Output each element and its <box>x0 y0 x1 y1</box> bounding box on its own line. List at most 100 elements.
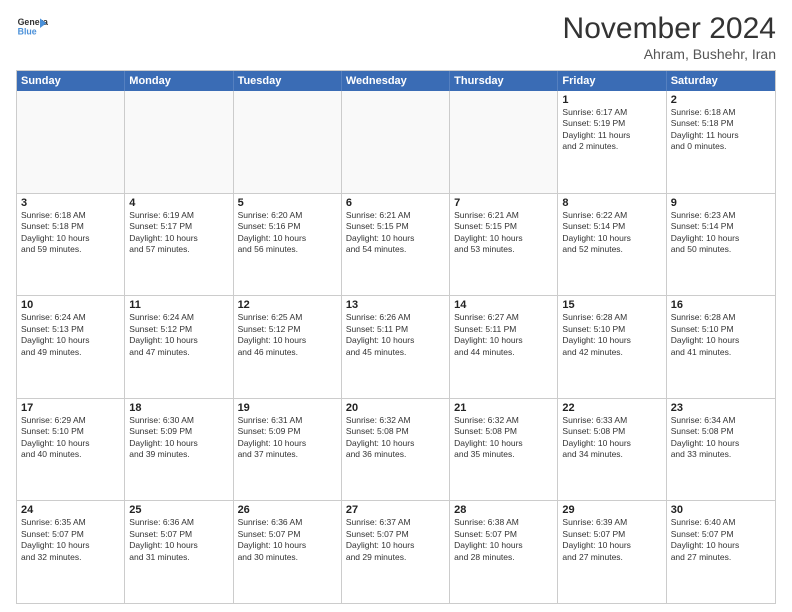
day-cell: 25Sunrise: 6:36 AM Sunset: 5:07 PM Dayli… <box>125 501 233 603</box>
header: General Blue November 2024 Ahram, Busheh… <box>16 12 776 62</box>
calendar-header: SundayMondayTuesdayWednesdayThursdayFrid… <box>17 71 775 91</box>
day-info: Sunrise: 6:33 AM Sunset: 5:08 PM Dayligh… <box>562 415 661 461</box>
day-info: Sunrise: 6:31 AM Sunset: 5:09 PM Dayligh… <box>238 415 337 461</box>
day-cell <box>234 91 342 193</box>
day-number: 23 <box>671 402 771 414</box>
day-cell: 7Sunrise: 6:21 AM Sunset: 5:15 PM Daylig… <box>450 194 558 296</box>
day-info: Sunrise: 6:24 AM Sunset: 5:12 PM Dayligh… <box>129 312 228 358</box>
day-cell: 14Sunrise: 6:27 AM Sunset: 5:11 PM Dayli… <box>450 296 558 398</box>
day-cell: 28Sunrise: 6:38 AM Sunset: 5:07 PM Dayli… <box>450 501 558 603</box>
day-info: Sunrise: 6:17 AM Sunset: 5:19 PM Dayligh… <box>562 107 661 153</box>
day-number: 7 <box>454 197 553 209</box>
day-cell: 5Sunrise: 6:20 AM Sunset: 5:16 PM Daylig… <box>234 194 342 296</box>
week-row-2: 10Sunrise: 6:24 AM Sunset: 5:13 PM Dayli… <box>17 296 775 399</box>
day-number: 1 <box>562 94 661 106</box>
day-number: 21 <box>454 402 553 414</box>
logo-icon: General Blue <box>16 12 48 44</box>
day-info: Sunrise: 6:26 AM Sunset: 5:11 PM Dayligh… <box>346 312 445 358</box>
day-info: Sunrise: 6:25 AM Sunset: 5:12 PM Dayligh… <box>238 312 337 358</box>
day-number: 4 <box>129 197 228 209</box>
day-info: Sunrise: 6:27 AM Sunset: 5:11 PM Dayligh… <box>454 312 553 358</box>
day-cell: 1Sunrise: 6:17 AM Sunset: 5:19 PM Daylig… <box>558 91 666 193</box>
day-number: 25 <box>129 504 228 516</box>
day-info: Sunrise: 6:20 AM Sunset: 5:16 PM Dayligh… <box>238 210 337 256</box>
day-number: 6 <box>346 197 445 209</box>
calendar-body: 1Sunrise: 6:17 AM Sunset: 5:19 PM Daylig… <box>17 91 775 603</box>
day-cell: 2Sunrise: 6:18 AM Sunset: 5:18 PM Daylig… <box>667 91 775 193</box>
month-title: November 2024 <box>563 12 776 46</box>
day-info: Sunrise: 6:32 AM Sunset: 5:08 PM Dayligh… <box>346 415 445 461</box>
day-info: Sunrise: 6:37 AM Sunset: 5:07 PM Dayligh… <box>346 517 445 563</box>
day-cell <box>17 91 125 193</box>
day-cell <box>125 91 233 193</box>
day-info: Sunrise: 6:21 AM Sunset: 5:15 PM Dayligh… <box>454 210 553 256</box>
page: General Blue November 2024 Ahram, Busheh… <box>0 0 792 612</box>
week-row-4: 24Sunrise: 6:35 AM Sunset: 5:07 PM Dayli… <box>17 501 775 603</box>
day-info: Sunrise: 6:36 AM Sunset: 5:07 PM Dayligh… <box>238 517 337 563</box>
header-day-sunday: Sunday <box>17 71 125 91</box>
day-cell: 20Sunrise: 6:32 AM Sunset: 5:08 PM Dayli… <box>342 399 450 501</box>
day-cell: 3Sunrise: 6:18 AM Sunset: 5:18 PM Daylig… <box>17 194 125 296</box>
header-day-thursday: Thursday <box>450 71 558 91</box>
day-cell: 4Sunrise: 6:19 AM Sunset: 5:17 PM Daylig… <box>125 194 233 296</box>
day-info: Sunrise: 6:38 AM Sunset: 5:07 PM Dayligh… <box>454 517 553 563</box>
day-cell: 26Sunrise: 6:36 AM Sunset: 5:07 PM Dayli… <box>234 501 342 603</box>
day-number: 20 <box>346 402 445 414</box>
calendar: SundayMondayTuesdayWednesdayThursdayFrid… <box>16 70 776 604</box>
header-day-wednesday: Wednesday <box>342 71 450 91</box>
day-number: 24 <box>21 504 120 516</box>
logo: General Blue <box>16 12 48 44</box>
day-cell: 21Sunrise: 6:32 AM Sunset: 5:08 PM Dayli… <box>450 399 558 501</box>
day-info: Sunrise: 6:24 AM Sunset: 5:13 PM Dayligh… <box>21 312 120 358</box>
day-number: 3 <box>21 197 120 209</box>
day-info: Sunrise: 6:19 AM Sunset: 5:17 PM Dayligh… <box>129 210 228 256</box>
day-cell: 6Sunrise: 6:21 AM Sunset: 5:15 PM Daylig… <box>342 194 450 296</box>
day-cell <box>450 91 558 193</box>
day-number: 16 <box>671 299 771 311</box>
day-number: 28 <box>454 504 553 516</box>
day-number: 29 <box>562 504 661 516</box>
day-number: 18 <box>129 402 228 414</box>
header-day-saturday: Saturday <box>667 71 775 91</box>
week-row-1: 3Sunrise: 6:18 AM Sunset: 5:18 PM Daylig… <box>17 194 775 297</box>
day-cell: 30Sunrise: 6:40 AM Sunset: 5:07 PM Dayli… <box>667 501 775 603</box>
day-cell: 19Sunrise: 6:31 AM Sunset: 5:09 PM Dayli… <box>234 399 342 501</box>
day-cell: 24Sunrise: 6:35 AM Sunset: 5:07 PM Dayli… <box>17 501 125 603</box>
day-info: Sunrise: 6:28 AM Sunset: 5:10 PM Dayligh… <box>562 312 661 358</box>
day-number: 13 <box>346 299 445 311</box>
day-info: Sunrise: 6:32 AM Sunset: 5:08 PM Dayligh… <box>454 415 553 461</box>
day-info: Sunrise: 6:23 AM Sunset: 5:14 PM Dayligh… <box>671 210 771 256</box>
day-number: 30 <box>671 504 771 516</box>
day-number: 9 <box>671 197 771 209</box>
day-cell: 12Sunrise: 6:25 AM Sunset: 5:12 PM Dayli… <box>234 296 342 398</box>
day-number: 15 <box>562 299 661 311</box>
day-cell: 16Sunrise: 6:28 AM Sunset: 5:10 PM Dayli… <box>667 296 775 398</box>
day-info: Sunrise: 6:29 AM Sunset: 5:10 PM Dayligh… <box>21 415 120 461</box>
day-info: Sunrise: 6:22 AM Sunset: 5:14 PM Dayligh… <box>562 210 661 256</box>
day-cell: 10Sunrise: 6:24 AM Sunset: 5:13 PM Dayli… <box>17 296 125 398</box>
week-row-0: 1Sunrise: 6:17 AM Sunset: 5:19 PM Daylig… <box>17 91 775 194</box>
day-cell: 29Sunrise: 6:39 AM Sunset: 5:07 PM Dayli… <box>558 501 666 603</box>
day-number: 27 <box>346 504 445 516</box>
day-cell: 22Sunrise: 6:33 AM Sunset: 5:08 PM Dayli… <box>558 399 666 501</box>
week-row-3: 17Sunrise: 6:29 AM Sunset: 5:10 PM Dayli… <box>17 399 775 502</box>
day-number: 11 <box>129 299 228 311</box>
day-cell: 8Sunrise: 6:22 AM Sunset: 5:14 PM Daylig… <box>558 194 666 296</box>
day-info: Sunrise: 6:28 AM Sunset: 5:10 PM Dayligh… <box>671 312 771 358</box>
day-info: Sunrise: 6:34 AM Sunset: 5:08 PM Dayligh… <box>671 415 771 461</box>
header-day-tuesday: Tuesday <box>234 71 342 91</box>
day-info: Sunrise: 6:21 AM Sunset: 5:15 PM Dayligh… <box>346 210 445 256</box>
day-info: Sunrise: 6:18 AM Sunset: 5:18 PM Dayligh… <box>21 210 120 256</box>
day-info: Sunrise: 6:18 AM Sunset: 5:18 PM Dayligh… <box>671 107 771 153</box>
day-cell: 11Sunrise: 6:24 AM Sunset: 5:12 PM Dayli… <box>125 296 233 398</box>
day-info: Sunrise: 6:36 AM Sunset: 5:07 PM Dayligh… <box>129 517 228 563</box>
day-number: 22 <box>562 402 661 414</box>
day-info: Sunrise: 6:35 AM Sunset: 5:07 PM Dayligh… <box>21 517 120 563</box>
day-number: 14 <box>454 299 553 311</box>
day-number: 8 <box>562 197 661 209</box>
day-number: 17 <box>21 402 120 414</box>
day-number: 10 <box>21 299 120 311</box>
day-cell: 13Sunrise: 6:26 AM Sunset: 5:11 PM Dayli… <box>342 296 450 398</box>
day-number: 26 <box>238 504 337 516</box>
day-cell: 27Sunrise: 6:37 AM Sunset: 5:07 PM Dayli… <box>342 501 450 603</box>
